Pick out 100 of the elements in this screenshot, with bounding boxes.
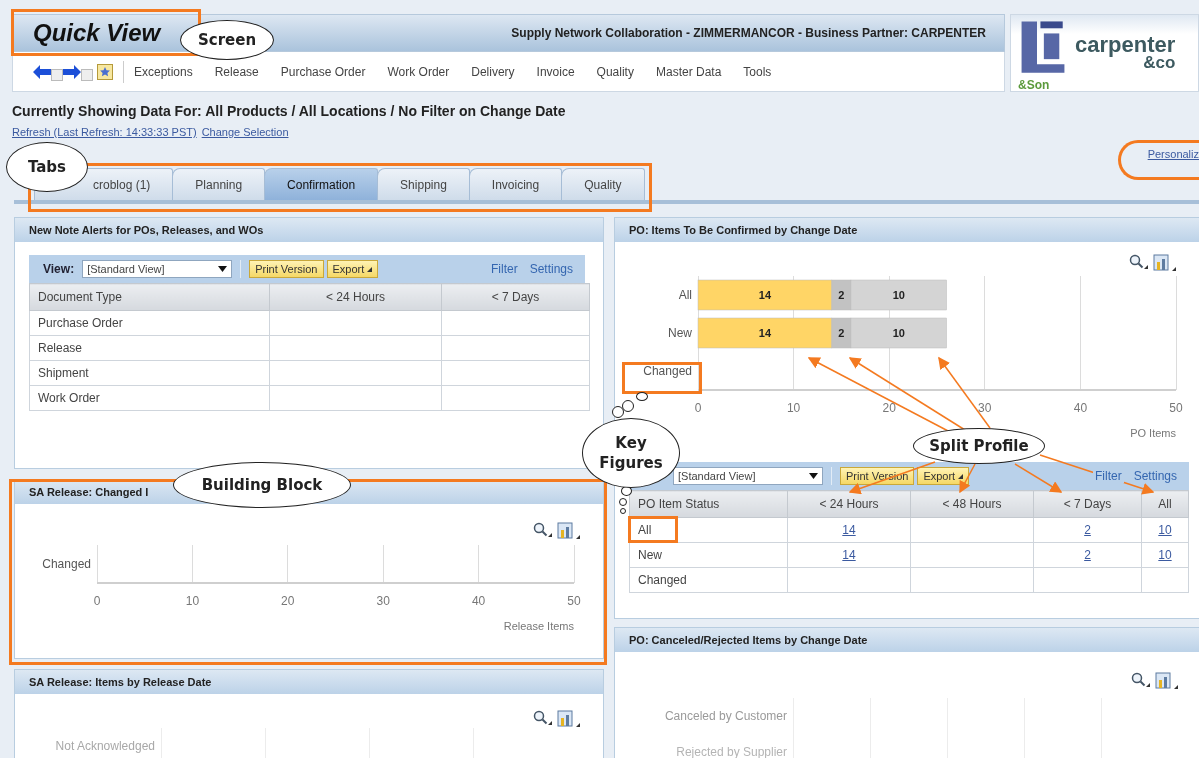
export-button[interactable]: Export <box>917 467 970 485</box>
menu-item[interactable]: Quality <box>596 64 634 79</box>
column-header: < 24 Hours <box>787 490 911 518</box>
chart-settings-icon[interactable] <box>557 522 581 540</box>
view-label: View: <box>43 262 75 276</box>
column-header: PO Item Status <box>629 490 788 518</box>
settings-link[interactable]: Settings <box>527 262 575 276</box>
panel-header: PO: Canceled/Rejected Items by Change Date <box>615 628 1199 652</box>
column-header: Document Type <box>29 283 270 311</box>
menu-item[interactable]: Purchase Order <box>280 64 366 79</box>
tick-label: 10 <box>786 401 801 415</box>
view-dropdown[interactable]: [Standard View] <box>82 260 233 278</box>
tick-label: 30 <box>978 401 992 415</box>
tab[interactable]: Quality <box>561 168 645 200</box>
panel-header: PO: Items To Be Confirmed by Change Date <box>615 218 1199 242</box>
value-link[interactable]: 10 <box>1158 548 1172 562</box>
column-header: < 24 Hours <box>269 283 442 311</box>
menu-item[interactable]: Work Order <box>387 64 450 79</box>
panel-header: SA Release: Items by Release Date <box>15 670 603 694</box>
table-cell: New <box>629 542 788 568</box>
context-text: Supply Network Collaboration - ZIMMERMANCOR - Business Partner: CARPENTER <box>511 26 986 40</box>
value-link[interactable]: 14 <box>842 523 856 537</box>
tick-label: 20 <box>281 594 295 608</box>
back-arrow-icon[interactable] <box>33 64 51 79</box>
refresh-link[interactable]: Refresh (Last Refresh: 14:33:33 PST) <box>12 126 197 138</box>
tab[interactable]: Invoicing <box>468 168 563 200</box>
menu-item[interactable]: Master Data <box>655 64 722 79</box>
category-label: Rejected by Supplier <box>675 745 788 758</box>
tick-label: 30 <box>376 594 390 608</box>
tick-label: 50 <box>567 594 581 608</box>
chart-settings-icon[interactable] <box>1155 672 1179 690</box>
forward-arrow-icon[interactable] <box>63 64 81 79</box>
menu-item[interactable]: Delivery <box>471 64 515 79</box>
table-cell: Changed <box>629 567 788 593</box>
tab[interactable]: Planning <box>172 168 266 200</box>
menu-item[interactable]: Tools <box>743 64 772 79</box>
bar-value-label: 10 <box>892 289 905 301</box>
column-header: All <box>1141 490 1189 518</box>
table-cell: Release <box>29 335 270 361</box>
filter-link[interactable]: Filter <box>1092 469 1124 483</box>
personalize-link[interactable]: Personaliz <box>1147 148 1199 160</box>
panel-header: New Note Alerts for POs, Releases, and WOs <box>15 218 603 242</box>
callout-dot <box>636 392 648 401</box>
value-link[interactable]: 10 <box>1158 523 1172 537</box>
bar-value-label: 2 <box>838 327 845 339</box>
zoom-icon[interactable] <box>1131 672 1151 688</box>
logo-tagline: &Son <box>1018 78 1050 92</box>
dropdown-caret-icon <box>218 266 228 272</box>
chart-settings-icon[interactable] <box>1153 254 1177 272</box>
category-label: Canceled by Customer <box>663 709 788 723</box>
category-label: Changed <box>42 557 91 571</box>
value-link[interactable]: 2 <box>1084 548 1091 562</box>
category-label: Changed <box>643 364 692 378</box>
print-button[interactable]: Print Version <box>249 260 324 278</box>
column-header: < 48 Hours <box>910 490 1034 518</box>
tick-label: 50 <box>1169 401 1183 415</box>
export-button[interactable]: Export <box>326 260 379 278</box>
screen-title: Quick View <box>33 19 161 47</box>
zoom-icon[interactable] <box>533 710 553 726</box>
category-label: New <box>668 326 692 340</box>
tick-label: 40 <box>1073 401 1088 415</box>
callout-bubble: Tabs <box>6 142 88 192</box>
dropdown-caret-icon <box>809 473 818 479</box>
selection-heading: Currently Showing Data For: All Products / All Locations / No Filter on Change Date <box>12 102 567 120</box>
annotation-arrow <box>959 463 976 494</box>
menu-item[interactable]: Exceptions <box>134 64 193 79</box>
axis-title: Release Items <box>503 620 574 632</box>
axis-title: PO Items <box>1130 427 1176 439</box>
bar-value-label: 10 <box>892 327 905 339</box>
tick-label: 20 <box>882 401 896 415</box>
favorite-icon[interactable] <box>97 63 113 80</box>
category-label: Not Acknowledged <box>54 739 156 753</box>
view-dropdown[interactable]: [Standard View] <box>673 467 823 485</box>
bar-value-label: 14 <box>758 327 772 339</box>
tick-label: 0 <box>93 594 101 608</box>
value-link[interactable]: 14 <box>842 548 856 562</box>
tick-label: 40 <box>471 594 486 608</box>
table-cell: Purchase Order <box>29 310 270 336</box>
tab[interactable]: Shipping <box>377 168 470 200</box>
caret-icon <box>367 266 373 272</box>
bar-value-label: 2 <box>838 289 845 301</box>
callout-dot <box>620 508 626 514</box>
tab[interactable]: Confirmation <box>264 168 379 200</box>
menu-item[interactable]: Release <box>214 64 259 79</box>
column-header: < 7 Days <box>1033 490 1142 518</box>
menu-item[interactable]: Invoice <box>536 64 575 79</box>
table-cell: Work Order <box>29 385 270 411</box>
zoom-icon[interactable] <box>1129 254 1149 270</box>
change-selection-link[interactable]: Change Selection <box>201 126 289 138</box>
zoom-icon[interactable] <box>533 522 553 538</box>
highlight-frame <box>628 516 678 543</box>
tick-label: 0 <box>694 401 702 415</box>
column-header: < 7 Days <box>441 283 590 311</box>
chart-settings-icon[interactable] <box>557 710 581 728</box>
callout-dot <box>619 498 627 506</box>
tick-label: 10 <box>185 594 200 608</box>
bar-value-label: 14 <box>758 289 772 301</box>
category-label: All <box>678 288 692 302</box>
value-link[interactable]: 2 <box>1084 523 1091 537</box>
settings-link[interactable]: Settings <box>1131 469 1179 483</box>
